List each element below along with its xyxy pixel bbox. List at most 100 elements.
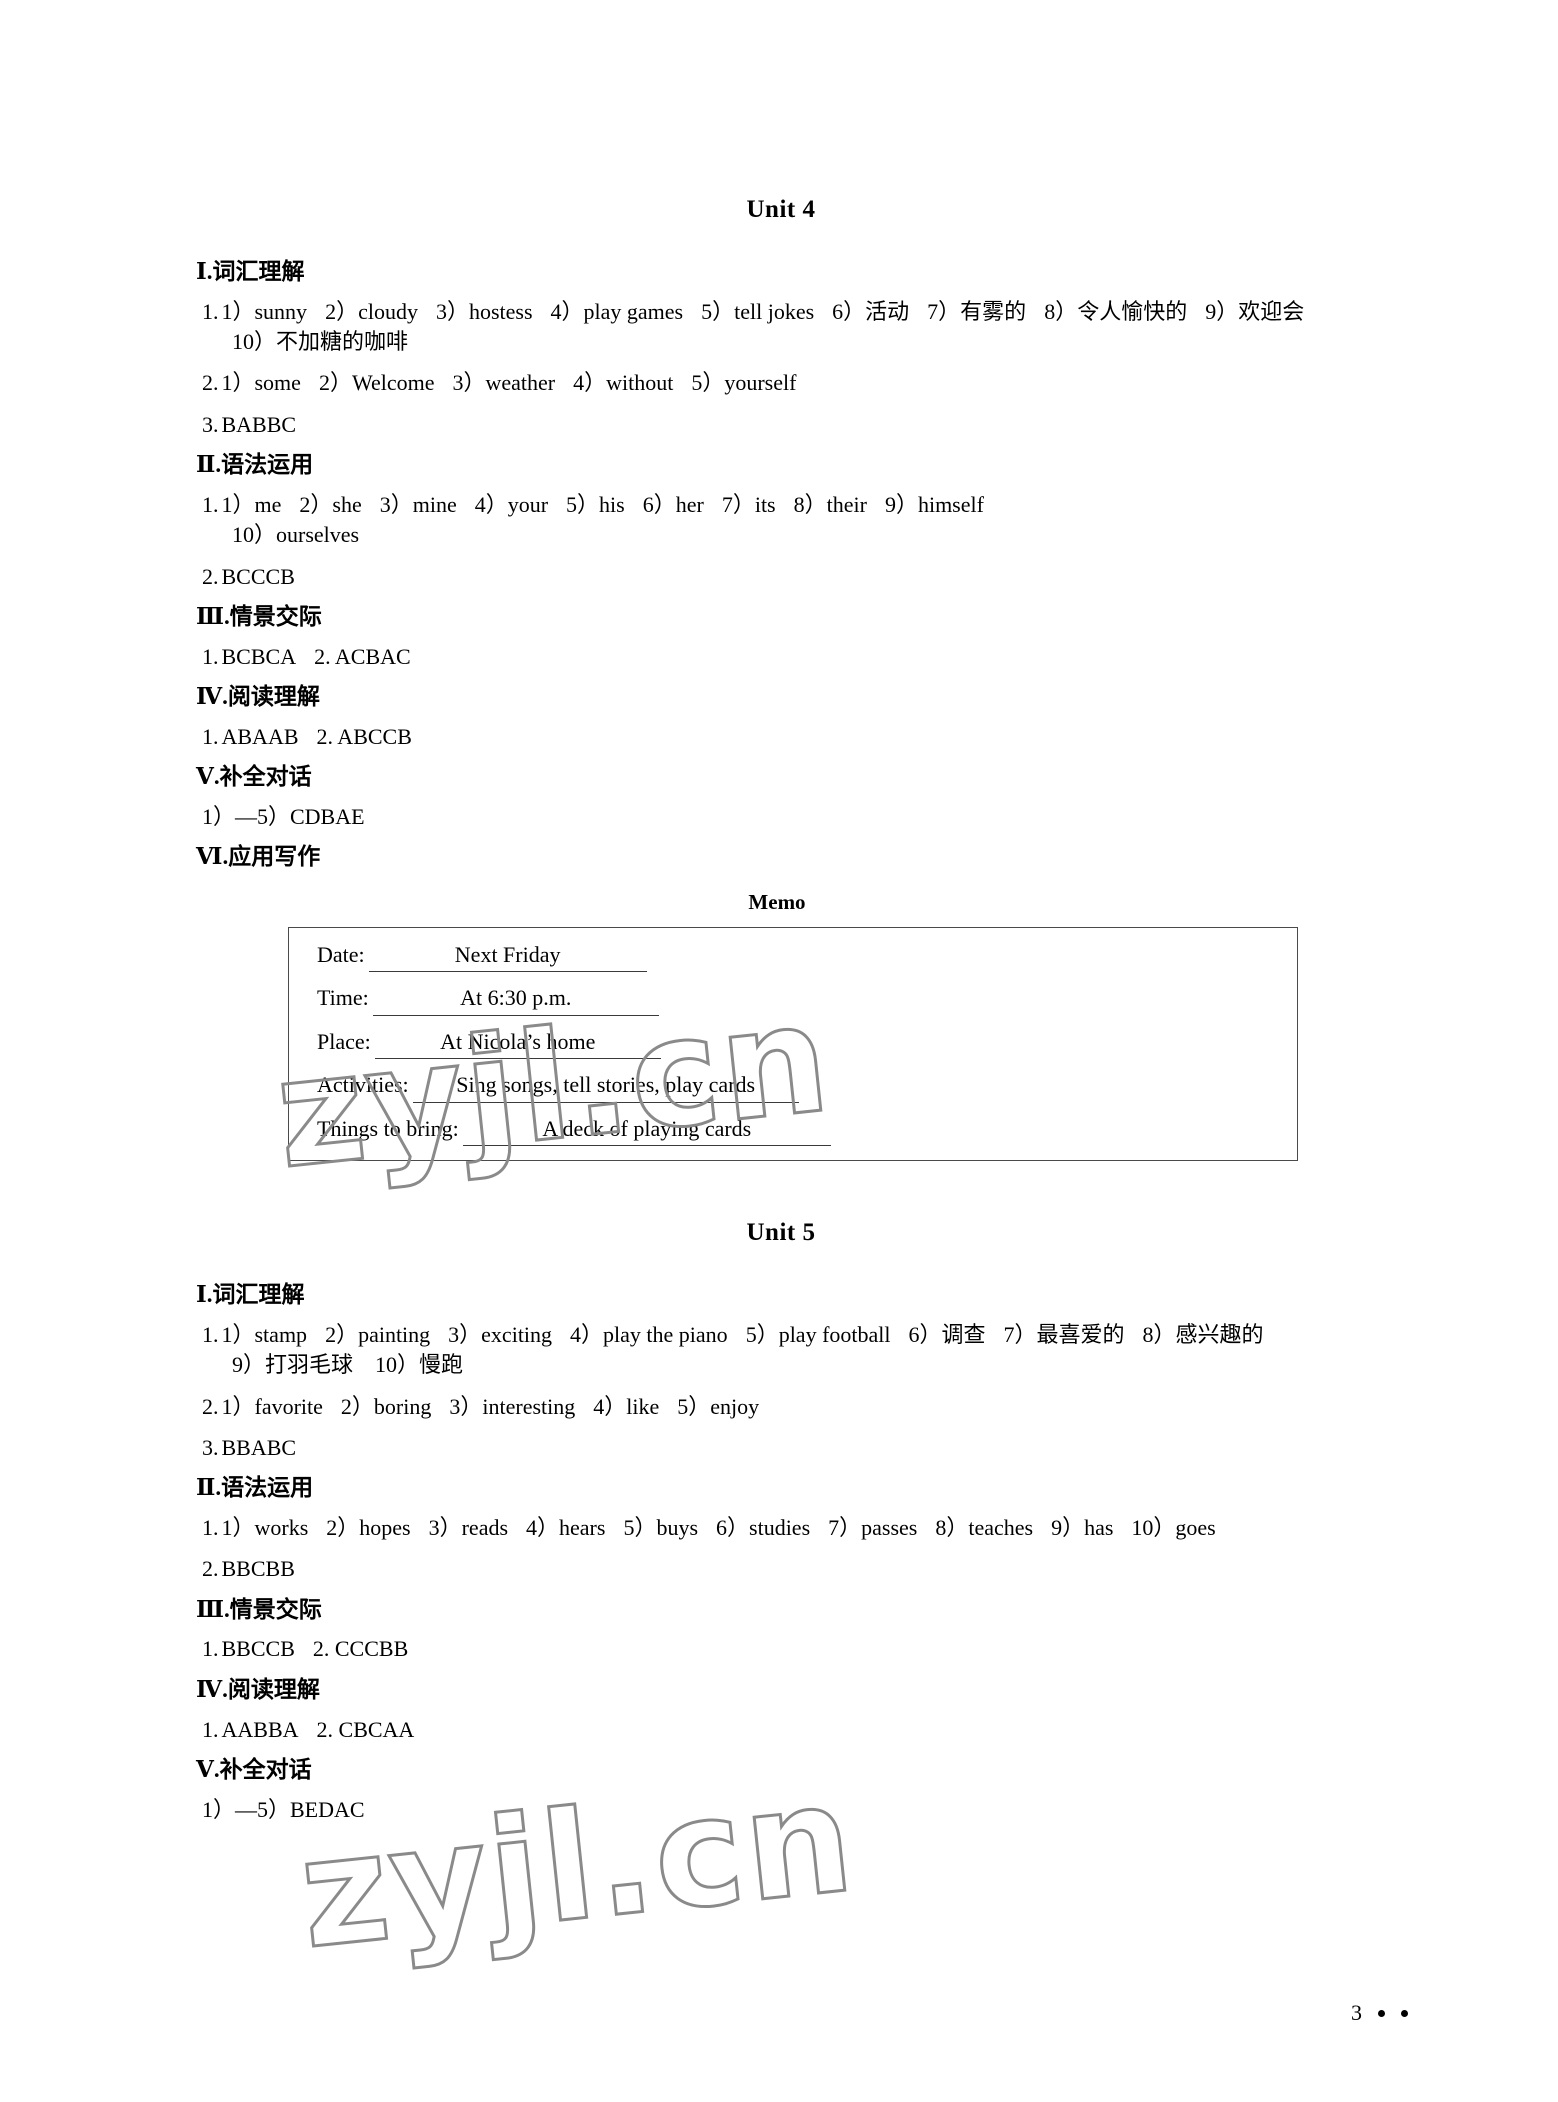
page-footer: 3 xyxy=(1351,2000,1408,2026)
unit-title-5: Unit 5 xyxy=(746,1219,816,1247)
answer-index: 3. xyxy=(202,1434,219,1460)
answer-item: 1）some xyxy=(221,370,301,396)
answer-item: 1）works xyxy=(221,1514,309,1540)
memo-box: Date: Next Friday Time: At 6:30 p.m. Pla… xyxy=(288,927,1298,1162)
answer-line: 2. BBCBB xyxy=(196,1554,1366,1584)
answer-line: 1. ABAAB 2. ABCCB xyxy=(196,722,1366,752)
answer-item: 3）mine xyxy=(379,491,457,517)
answer-item: 3）interesting xyxy=(449,1393,576,1419)
section-heading-u4-4: Ⅳ.阅读理解 xyxy=(196,683,1366,712)
answer-item: BBCCB xyxy=(221,1636,295,1662)
answer-line: 1. BCBCA 2. ACBAC xyxy=(196,642,1366,672)
memo-label: Things to bring: xyxy=(317,1115,459,1141)
answer-item: 8）teaches xyxy=(935,1514,1034,1540)
section-numeral: Ⅱ xyxy=(196,452,216,478)
section-heading-label: .词汇理解 xyxy=(206,259,305,284)
unit-title-4: Unit 4 xyxy=(746,196,816,223)
answer-item: 2）cloudy xyxy=(325,298,418,324)
answer-item: 4）hears xyxy=(526,1514,606,1540)
answer-line: 3. BBABC xyxy=(196,1433,1366,1463)
section-numeral: Ⅴ xyxy=(196,764,214,790)
answer-item: 2）hopes xyxy=(326,1514,411,1540)
answer-item: 5）enjoy xyxy=(677,1393,760,1419)
answer-item: 2. ABCCB xyxy=(316,723,412,749)
answer-item: 4）your xyxy=(474,491,549,517)
section-heading-u4-2: Ⅱ.语法运用 xyxy=(196,451,1366,480)
answer-item: BCBCA xyxy=(221,643,297,669)
answer-item: 3）exciting xyxy=(448,1321,553,1347)
answer-item: 8）感兴趣的 xyxy=(1142,1321,1264,1347)
section-heading-label: .应用写作 xyxy=(222,844,321,870)
answer-line: 1. 1）stamp 2）painting 3）exciting 4）play the … xyxy=(196,1320,1366,1381)
answer-line: 1. 1）me 2）she 3）mine 4）your 5）his 6）her 7）its 8）… xyxy=(196,490,1366,551)
answer-item: 1）stamp xyxy=(221,1321,308,1347)
answer-item: 4）without xyxy=(573,370,674,396)
answer-item: 1）favorite xyxy=(221,1393,323,1419)
answer-item: 8）令人愉快的 xyxy=(1044,298,1188,324)
answer-index: 1. xyxy=(202,1636,219,1662)
answer-continuation: 10）不加糖的咖啡 xyxy=(232,329,409,355)
memo-block: Memo Date: Next Friday Time: At 6:30 p.m… xyxy=(196,890,1366,1162)
section-numeral: Ⅰ xyxy=(196,259,207,284)
memo-value: At Nicola’s home xyxy=(374,1029,661,1060)
answer-line: 3. BABBC xyxy=(196,410,1366,440)
section-heading-label: .情景交际 xyxy=(224,1596,322,1622)
section-heading-u5-3: Ⅲ.情景交际 xyxy=(196,1596,1366,1625)
answer-index: 1. xyxy=(202,298,219,324)
answer-item: 2. CBCAA xyxy=(316,1716,415,1742)
answer-item: ABAAB xyxy=(221,723,299,749)
answer-item: 2. ACBAC xyxy=(314,643,411,669)
answer-continuation: 10）ourselves xyxy=(232,522,360,548)
answer-index: 1. xyxy=(202,1321,219,1347)
answer-item: 7）有雾的 xyxy=(927,298,1027,324)
answer-item: 5）yourself xyxy=(691,370,797,396)
answer-item: 4）like xyxy=(593,1393,660,1419)
section-numeral: Ⅵ xyxy=(196,844,223,870)
answer-key-page: Unit 4 Ⅰ.词汇理解 1. 1）sunny 2）cloudy 3）hostess… xyxy=(0,0,1558,2102)
answer-item: 5）his xyxy=(566,491,625,517)
answer-index: 1. xyxy=(202,1716,219,1742)
section-heading-u5-1: Ⅰ.词汇理解 xyxy=(196,1281,1366,1310)
section-numeral: Ⅰ xyxy=(196,1282,207,1308)
answer-index: 2. xyxy=(202,1556,219,1582)
answer-item: 2）boring xyxy=(340,1393,432,1419)
footer-dot-icon xyxy=(1401,2009,1408,2017)
answer-item: 7）最喜爱的 xyxy=(1003,1321,1125,1347)
answer-item: 1）sunny xyxy=(221,298,308,324)
section-heading-label: .语法运用 xyxy=(215,452,314,478)
section-heading-label: .阅读理解 xyxy=(222,1676,320,1702)
answer-item: BABBC xyxy=(221,411,297,437)
answer-line: 2. 1）some 2）Welcome 3）weather 4）without 5）you… xyxy=(196,368,1366,398)
answer-line: 2. BCCCB xyxy=(196,562,1366,592)
answer-item: 10）goes xyxy=(1131,1514,1216,1540)
answer-item: 5）play football xyxy=(745,1321,891,1347)
section-numeral: Ⅱ xyxy=(196,1475,216,1501)
answer-item: 6）调查 xyxy=(908,1321,986,1347)
answer-item: AABBA xyxy=(221,1716,299,1742)
section-heading-u4-1: Ⅰ.词汇理解 xyxy=(196,258,1366,287)
memo-row-date: Date: Next Friday xyxy=(289,942,1297,973)
answer-line: 1. BBCCB 2. CCCBB xyxy=(196,1634,1366,1664)
memo-value: At 6:30 p.m. xyxy=(372,985,659,1016)
section-numeral: Ⅲ xyxy=(196,604,225,630)
section-numeral: Ⅴ xyxy=(196,1756,214,1782)
answer-item: 4）play games xyxy=(550,298,684,324)
answer-line: 1）—5）BEDAC xyxy=(196,1795,1366,1825)
memo-label: Place: xyxy=(317,1028,371,1054)
memo-value: A deck of playing cards xyxy=(462,1116,831,1147)
answer-item: 5）buys xyxy=(623,1514,699,1540)
answer-index: 1. xyxy=(202,723,219,749)
section-heading-u4-6: Ⅵ.应用写作 xyxy=(196,843,1366,872)
memo-label: Time: xyxy=(317,985,369,1011)
section-heading-label: .语法运用 xyxy=(215,1475,314,1501)
answer-item: 9）has xyxy=(1051,1514,1114,1540)
answer-item: 9）欢迎会 xyxy=(1205,298,1305,324)
answer-item: 5）tell jokes xyxy=(701,298,815,324)
answer-item: 2）she xyxy=(299,491,362,517)
answer-item: 1）me xyxy=(221,491,282,517)
memo-row-activities: Activities: Sing songs, tell stories, pl… xyxy=(289,1072,1297,1103)
section-heading-label: .补全对话 xyxy=(213,1756,312,1782)
page-content: Unit 4 Ⅰ.词汇理解 1. 1）sunny 2）cloudy 3）hostess… xyxy=(196,196,1366,1836)
section-numeral: Ⅳ xyxy=(196,1676,223,1702)
answer-continuation: 9）打羽毛球 10）慢跑 xyxy=(232,1352,464,1378)
